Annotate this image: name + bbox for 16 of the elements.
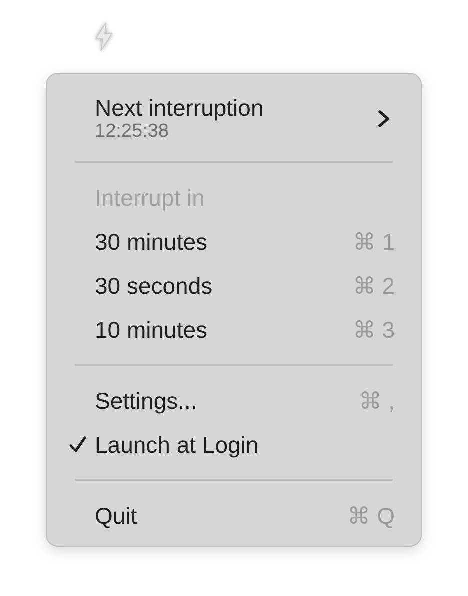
chevron-right-icon <box>377 109 391 130</box>
menu-item[interactable]: 30 seconds ⌘ 2 <box>47 264 421 308</box>
keyboard-shortcut: ⌘ Q <box>348 502 395 532</box>
keyboard-shortcut: ⌘ 2 <box>352 272 395 302</box>
keyboard-shortcut: ⌘ , <box>359 387 395 416</box>
keyboard-shortcut: ⌘ 1 <box>352 228 395 258</box>
menu-item[interactable]: Settings... ⌘ , <box>47 379 421 424</box>
menu-item[interactable]: Quit ⌘ Q <box>47 494 421 538</box>
menu-item[interactable]: 30 minutes ⌘ 1 <box>47 220 421 264</box>
menu-item-label: Next interruption <box>95 95 265 122</box>
keyboard-shortcut: ⌘ 3 <box>352 316 395 346</box>
menu-item[interactable]: Launch at Login <box>47 423 421 468</box>
lightning-bolt-icon[interactable] <box>93 22 115 52</box>
menu-item[interactable]: 10 minutes ⌘ 3 <box>47 308 421 352</box>
submenu-item[interactable]: Next interruption 12:25:38 <box>47 87 421 150</box>
time-text: 12:25:38 <box>95 121 170 144</box>
